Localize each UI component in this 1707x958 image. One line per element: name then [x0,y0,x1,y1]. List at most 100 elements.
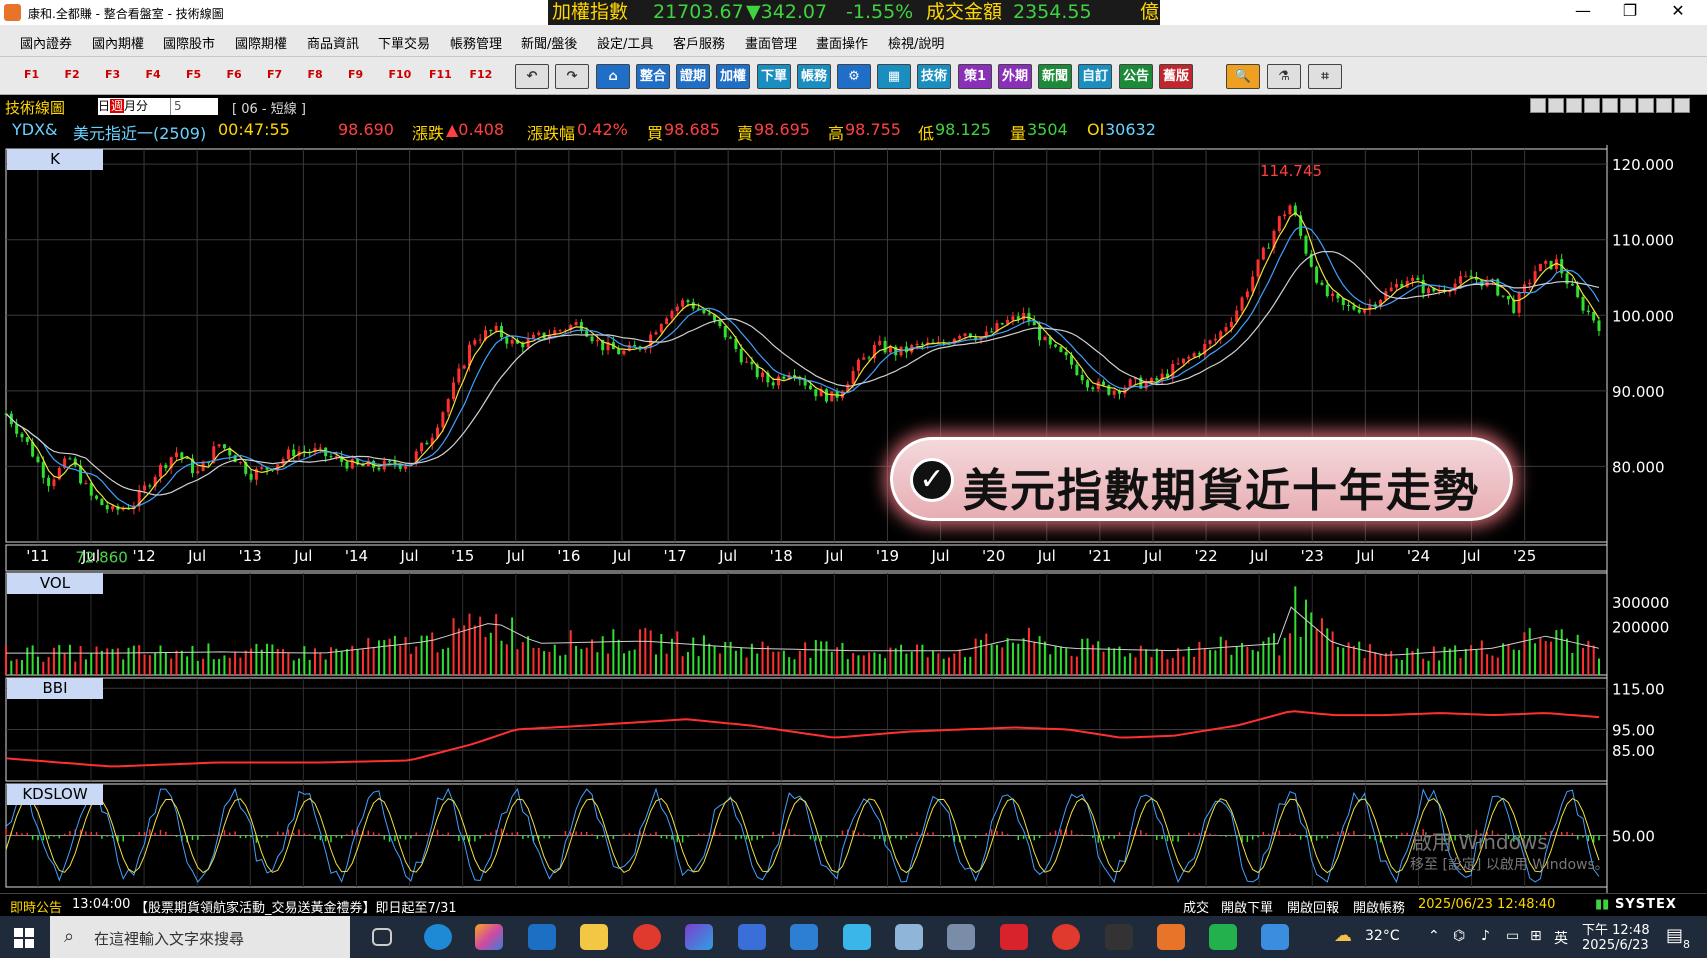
function-key-f8[interactable]: F8 [308,68,323,81]
chart-tool-icon[interactable] [1566,98,1582,113]
chrome-profile-icon[interactable] [1052,924,1080,950]
app-icon[interactable] [1261,924,1289,950]
taskbar-search[interactable]: ⌕ 在這裡輸入文字來搜尋 [50,916,350,958]
tools-icon[interactable]: ⚗ [1267,64,1301,89]
edge-icon[interactable] [424,924,452,950]
minute-interval-select[interactable]: 5 [170,98,216,115]
menu-item[interactable]: 客戶服務 [673,33,725,52]
function-key-f12[interactable]: F12 [470,68,493,81]
function-key-f11[interactable]: F11 [429,68,452,81]
chart-tool-icon[interactable] [1530,98,1546,113]
app-icon[interactable] [895,924,923,950]
app-k-icon[interactable] [843,924,871,950]
function-key-f3[interactable]: F3 [105,68,120,81]
toolbar-button[interactable]: 外期 [998,64,1032,89]
minimize-button[interactable]: — [1560,0,1606,25]
input-mode-icon[interactable]: ⊞ [1530,928,1542,944]
m365-icon[interactable] [685,924,713,950]
print-icon[interactable] [1620,98,1636,113]
function-key-f7[interactable]: F7 [267,68,282,81]
undo-icon[interactable]: ↶ [515,64,549,89]
function-key-f4[interactable]: F4 [146,68,161,81]
file-explorer-icon[interactable] [580,924,608,950]
clock-date[interactable]: 2025/6/23 [1582,938,1649,953]
redo-icon[interactable]: ↷ [555,64,589,89]
period-selector[interactable]: 日週月分 5 [98,98,218,115]
link-open-report[interactable]: 開啟回報 [1287,897,1339,916]
menu-item[interactable]: 設定/工具 [597,33,653,52]
candle-body [441,412,445,428]
save-icon[interactable] [1638,98,1654,113]
chart-icon[interactable]: ▦ [877,64,911,89]
trading-app-icon[interactable] [1157,924,1185,950]
store-icon[interactable] [738,924,766,950]
period-option-minute[interactable]: 分 [136,99,148,113]
battery-icon[interactable]: ▭ [1506,928,1519,944]
copy-icon[interactable] [1656,98,1672,113]
toolbar-button[interactable]: 舊版 [1159,64,1193,89]
outlook-icon[interactable] [528,924,556,950]
period-option-month[interactable]: 月 [124,99,136,113]
volume-icon[interactable]: ♪ [1481,928,1490,944]
app-icon[interactable] [790,924,818,950]
close-button[interactable]: ✕ [1655,0,1701,25]
toolbar-button[interactable]: 帳務 [797,64,831,89]
notification-icon[interactable]: ▤ [1666,925,1683,946]
chrome-icon[interactable] [633,924,661,950]
toolbar-button[interactable]: 公告 [1119,64,1153,89]
copilot-icon[interactable] [475,924,503,950]
anydesk-icon[interactable] [1000,924,1028,950]
function-key-f5[interactable]: F5 [186,68,201,81]
study-template[interactable]: [ 06 - 短線 ] [232,98,306,117]
menu-item[interactable]: 國際期權 [235,33,287,52]
paint-icon[interactable] [947,924,975,950]
toolbar-button[interactable]: 自訂 [1078,64,1112,89]
toolbar-button[interactable]: 加權 [716,64,750,89]
menu-item[interactable]: 帳務管理 [450,33,502,52]
announce-text[interactable]: 【股票期貨領航家活動_交易送黃金禮券】即日起至7/31 [135,897,457,916]
help-icon[interactable] [1674,98,1690,113]
restore-button[interactable]: ❐ [1607,0,1653,25]
menu-item[interactable]: 下單交易 [378,33,430,52]
gear-icon[interactable]: ⚙ [837,64,871,89]
function-key-f2[interactable]: F2 [65,68,80,81]
app-icon[interactable] [1105,924,1133,950]
menu-item[interactable]: 檢視/說明 [888,33,944,52]
menu-item[interactable]: 國際股市 [163,33,215,52]
function-key-f1[interactable]: F1 [24,68,39,81]
period-option-week[interactable]: 週 [110,99,125,113]
menu-item[interactable]: 新聞/盤後 [521,33,577,52]
menu-item[interactable]: 畫面操作 [816,33,868,52]
menu-item[interactable]: 國內證券 [20,33,72,52]
toolbar-button[interactable]: 證期 [676,64,710,89]
network-icon[interactable]: ⌬ [1453,928,1465,944]
search-icon[interactable]: 🔍 [1226,64,1260,89]
zoom-in-icon[interactable] [1584,98,1600,113]
chart-tool-icon[interactable] [1548,98,1564,113]
link-open-account[interactable]: 開啟帳務 [1353,897,1405,916]
toolbar-button[interactable]: 策1 [958,64,992,89]
start-button[interactable] [14,928,34,948]
line-icon[interactable] [1209,924,1237,950]
menu-item[interactable]: 畫面管理 [745,33,797,52]
home-icon[interactable]: ⌂ [596,64,630,89]
toolbar-button[interactable]: 技術 [917,64,951,89]
task-view-icon[interactable] [372,928,392,946]
toolbar-button[interactable]: 整合 [636,64,670,89]
candle-body [100,498,104,506]
function-key-f9[interactable]: F9 [348,68,363,81]
link-open-order[interactable]: 開啟下單 [1221,897,1273,916]
function-key-f10[interactable]: F10 [389,68,412,81]
ime-indicator[interactable]: 英 [1554,928,1568,948]
period-option-day[interactable]: 日 [98,99,110,113]
menu-item[interactable]: 商品資訊 [307,33,359,52]
tray-chevron-icon[interactable]: ⌃ [1428,928,1440,944]
link-trades[interactable]: 成交 [1183,897,1209,916]
crop-icon[interactable]: ⌗ [1308,64,1342,89]
menu-item[interactable]: 國內期權 [92,33,144,52]
toolbar-button[interactable]: 新聞 [1038,64,1072,89]
clock-time[interactable]: 下午 12:48 [1582,919,1650,938]
zoom-out-icon[interactable] [1602,98,1618,113]
function-key-f6[interactable]: F6 [227,68,242,81]
toolbar-button[interactable]: 下單 [757,64,791,89]
